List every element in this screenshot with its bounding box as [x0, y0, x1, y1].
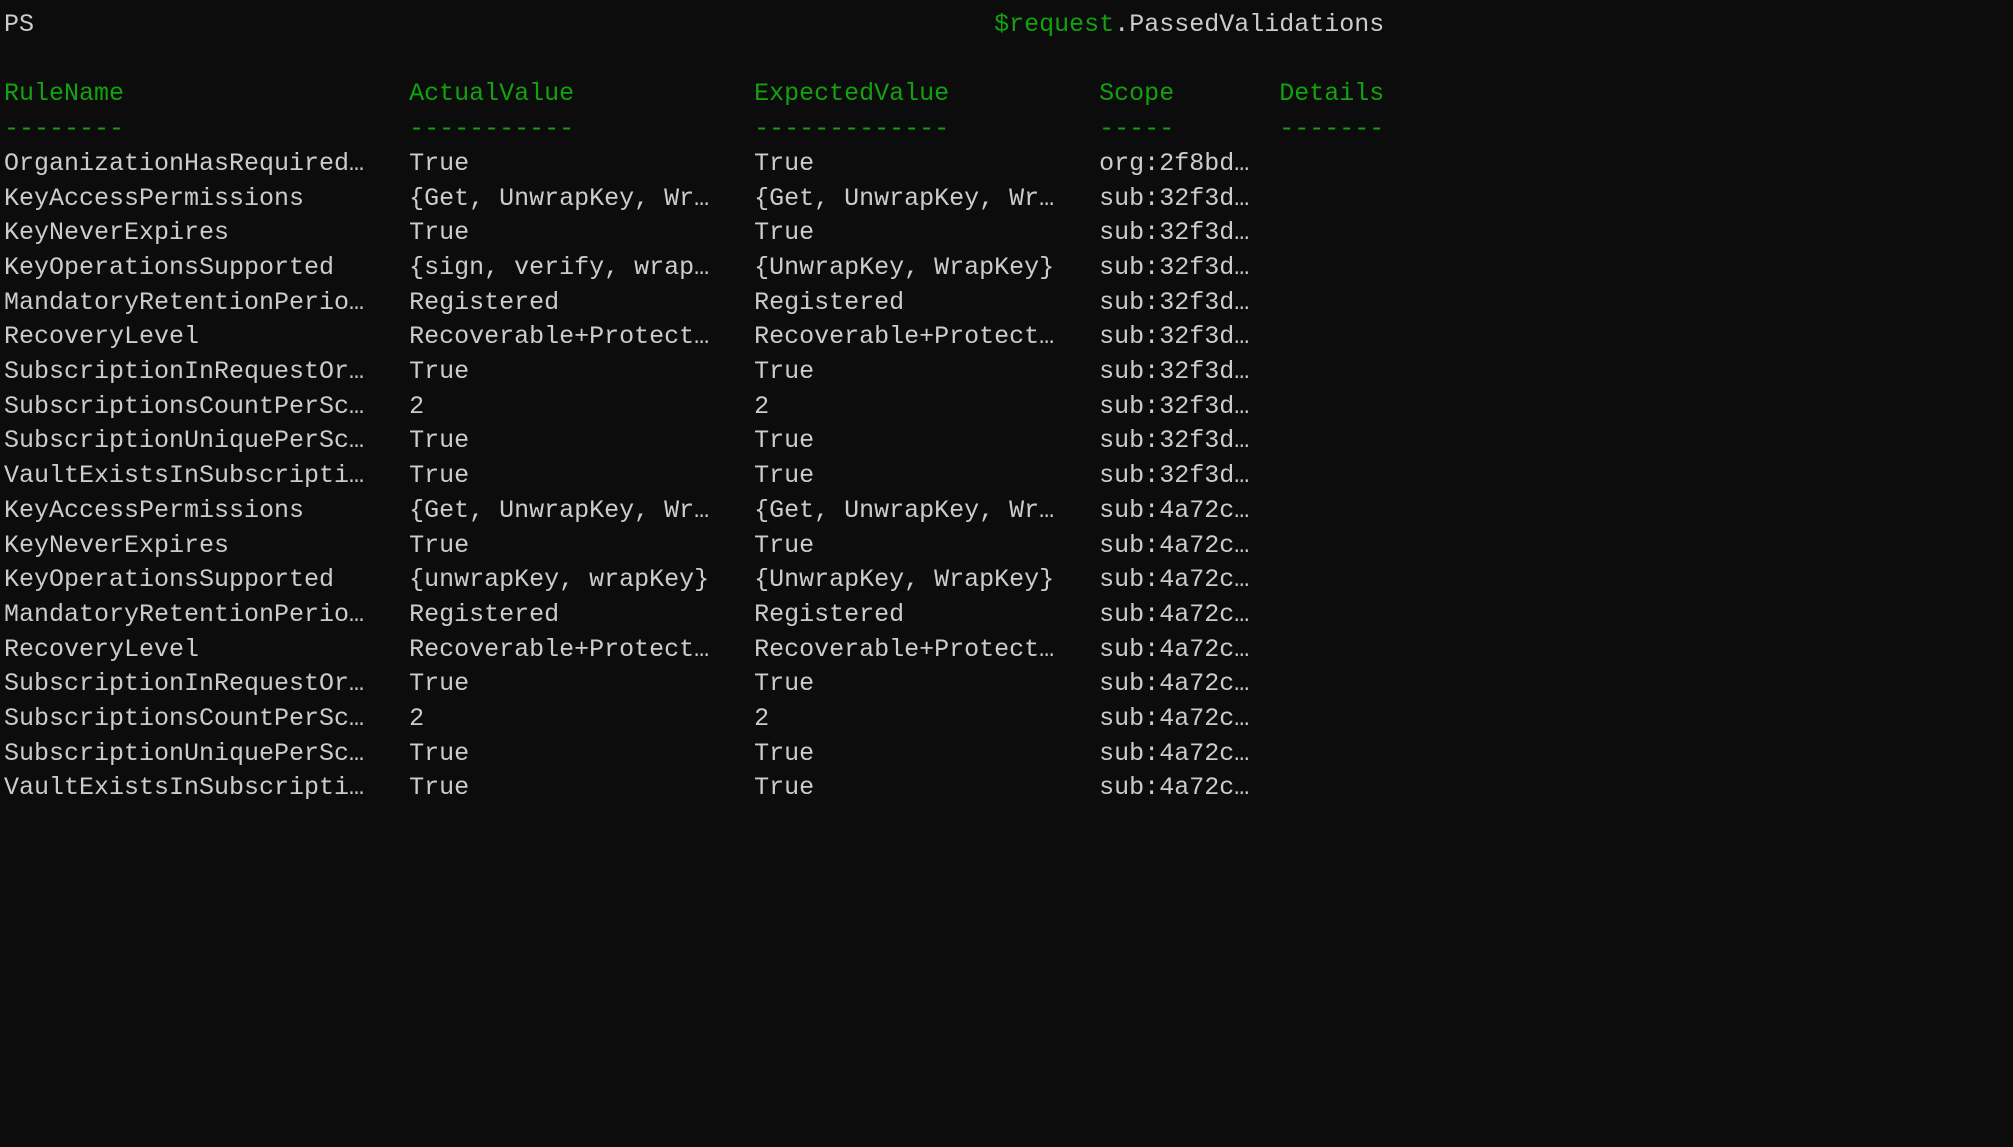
table-row: KeyOperationsSupported {sign, verify, wr… [4, 253, 1399, 282]
table-row: SubscriptionsCountPerSc… 2 2 sub:4a72c… [4, 704, 1399, 733]
table-row: SubscriptionUniquePerSc… True True sub:4… [4, 739, 1399, 768]
table-row: OrganizationHasRequired… True True org:2… [4, 149, 1399, 178]
command-property: .PassedValidations [1114, 10, 1384, 39]
table-row: SubscriptionUniquePerSc… True True sub:3… [4, 426, 1399, 455]
terminal-output: PS $request.PassedValidations RuleName A… [0, 0, 2013, 806]
table-row: VaultExistsInSubscripti… True True sub:3… [4, 461, 1399, 490]
table-header-dashes: -------- ----------- ------------- -----… [4, 114, 1399, 143]
table-row: KeyAccessPermissions {Get, UnwrapKey, Wr… [4, 184, 1399, 213]
redacted-path [49, 10, 994, 39]
table-row: MandatoryRetentionPerio… Registered Regi… [4, 600, 1399, 629]
table-body: OrganizationHasRequired… True True org:2… [4, 147, 2013, 806]
table-row: SubscriptionInRequestOr… True True sub:4… [4, 669, 1399, 698]
table-row: SubscriptionInRequestOr… True True sub:3… [4, 357, 1399, 386]
table-row: RecoveryLevel Recoverable+Protect… Recov… [4, 635, 1399, 664]
table-row: SubscriptionsCountPerSc… 2 2 sub:32f3d… [4, 392, 1399, 421]
table-row: KeyOperationsSupported {unwrapKey, wrapK… [4, 565, 1399, 594]
ps-prompt-prefix: PS [4, 10, 49, 39]
table-row: KeyNeverExpires True True sub:4a72c… [4, 531, 1399, 560]
table-row: RecoveryLevel Recoverable+Protect… Recov… [4, 322, 1399, 351]
table-header-row: RuleName ActualValue ExpectedValue Scope… [4, 79, 1399, 108]
table-row: MandatoryRetentionPerio… Registered Regi… [4, 288, 1399, 317]
table-row: KeyNeverExpires True True sub:32f3d… [4, 218, 1399, 247]
command-variable: $request [994, 10, 1114, 39]
table-row: KeyAccessPermissions {Get, UnwrapKey, Wr… [4, 496, 1399, 525]
table-row: VaultExistsInSubscripti… True True sub:4… [4, 773, 1399, 802]
